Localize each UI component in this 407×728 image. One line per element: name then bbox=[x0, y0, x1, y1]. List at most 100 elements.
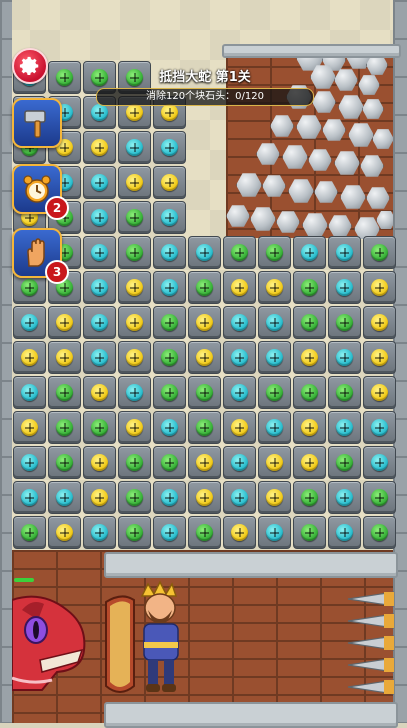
stone-block-yellow[interactable] bbox=[82, 375, 117, 410]
stone-block-cyan[interactable] bbox=[327, 340, 362, 375]
stone-block-yellow[interactable] bbox=[82, 480, 117, 515]
stone-block-cyan[interactable] bbox=[222, 375, 257, 410]
stone-block-green[interactable] bbox=[12, 515, 47, 550]
stone-block-cyan[interactable] bbox=[152, 480, 187, 515]
stone-block-cyan[interactable] bbox=[222, 445, 257, 480]
stone-block-cyan[interactable] bbox=[292, 235, 327, 270]
stone-block-green[interactable] bbox=[47, 410, 82, 445]
stone-block-yellow[interactable] bbox=[257, 445, 292, 480]
stone-block-yellow[interactable] bbox=[362, 270, 397, 305]
stone-block-green[interactable] bbox=[222, 235, 257, 270]
stone-block-cyan[interactable] bbox=[222, 340, 257, 375]
stone-block-yellow[interactable] bbox=[222, 270, 257, 305]
stone-block-yellow[interactable] bbox=[362, 375, 397, 410]
stone-block-cyan[interactable] bbox=[82, 200, 117, 235]
stone-block-cyan[interactable] bbox=[117, 375, 152, 410]
stone-block-green[interactable] bbox=[152, 445, 187, 480]
stone-block-cyan[interactable] bbox=[82, 235, 117, 270]
stone-block-yellow[interactable] bbox=[117, 165, 152, 200]
stone-block-yellow[interactable] bbox=[187, 305, 222, 340]
stone-block-green[interactable] bbox=[47, 445, 82, 480]
stone-block-cyan[interactable] bbox=[362, 410, 397, 445]
stone-block-green[interactable] bbox=[327, 445, 362, 480]
stone-block-green[interactable] bbox=[327, 375, 362, 410]
stone-block-green[interactable] bbox=[117, 200, 152, 235]
stone-block-cyan[interactable] bbox=[257, 410, 292, 445]
stone-block-yellow[interactable] bbox=[12, 410, 47, 445]
stone-block-cyan[interactable] bbox=[152, 270, 187, 305]
stone-block-yellow[interactable] bbox=[117, 410, 152, 445]
stone-block-cyan[interactable] bbox=[222, 480, 257, 515]
stone-block-cyan[interactable] bbox=[82, 305, 117, 340]
stone-block-cyan[interactable] bbox=[152, 410, 187, 445]
stone-block-green[interactable] bbox=[292, 305, 327, 340]
stone-block-yellow[interactable] bbox=[222, 515, 257, 550]
stone-block-yellow[interactable] bbox=[257, 480, 292, 515]
hammer-powerup-button[interactable] bbox=[12, 98, 62, 148]
stone-block-yellow[interactable] bbox=[82, 130, 117, 165]
stone-block-cyan[interactable] bbox=[222, 305, 257, 340]
stone-block-cyan[interactable] bbox=[257, 305, 292, 340]
stone-block-cyan[interactable] bbox=[82, 340, 117, 375]
stone-block-green[interactable] bbox=[47, 375, 82, 410]
stone-block-yellow[interactable] bbox=[187, 340, 222, 375]
stone-block-cyan[interactable] bbox=[152, 130, 187, 165]
stone-block-cyan[interactable] bbox=[117, 130, 152, 165]
stone-block-green[interactable] bbox=[117, 445, 152, 480]
stone-block-yellow[interactable] bbox=[187, 445, 222, 480]
stone-block-cyan[interactable] bbox=[152, 235, 187, 270]
stone-block-cyan[interactable] bbox=[327, 235, 362, 270]
stone-block-cyan[interactable] bbox=[152, 515, 187, 550]
stone-block-cyan[interactable] bbox=[152, 200, 187, 235]
stone-block-yellow[interactable] bbox=[187, 480, 222, 515]
stone-block-yellow[interactable] bbox=[117, 270, 152, 305]
stone-block-cyan[interactable] bbox=[327, 410, 362, 445]
stone-block-green[interactable] bbox=[292, 270, 327, 305]
stone-block-green[interactable] bbox=[257, 375, 292, 410]
stone-block-green[interactable] bbox=[362, 480, 397, 515]
stone-block-green[interactable] bbox=[187, 410, 222, 445]
stone-block-cyan[interactable] bbox=[257, 515, 292, 550]
stone-block-green[interactable] bbox=[292, 515, 327, 550]
stone-block-green[interactable] bbox=[187, 515, 222, 550]
stone-block-yellow[interactable] bbox=[257, 270, 292, 305]
stone-block-yellow[interactable] bbox=[12, 340, 47, 375]
stone-block-cyan[interactable] bbox=[187, 235, 222, 270]
stone-block-yellow[interactable] bbox=[47, 340, 82, 375]
stone-block-green[interactable] bbox=[292, 480, 327, 515]
stone-block-cyan[interactable] bbox=[12, 305, 47, 340]
alarm-clock-powerup-button[interactable]: 2 bbox=[12, 164, 69, 220]
stone-block-yellow[interactable] bbox=[362, 340, 397, 375]
stone-block-green[interactable] bbox=[292, 375, 327, 410]
stone-block-green[interactable] bbox=[187, 270, 222, 305]
stone-block-cyan[interactable] bbox=[12, 445, 47, 480]
stone-block-cyan[interactable] bbox=[82, 165, 117, 200]
stone-block-cyan[interactable] bbox=[12, 375, 47, 410]
stone-block-cyan[interactable] bbox=[47, 480, 82, 515]
stone-block-yellow[interactable] bbox=[82, 445, 117, 480]
stone-block-cyan[interactable] bbox=[82, 515, 117, 550]
stone-block-green[interactable] bbox=[257, 235, 292, 270]
stone-block-cyan[interactable] bbox=[327, 515, 362, 550]
stone-block-green[interactable] bbox=[152, 305, 187, 340]
stone-block-yellow[interactable] bbox=[292, 340, 327, 375]
stone-block-green[interactable] bbox=[117, 480, 152, 515]
stone-block-green[interactable] bbox=[117, 515, 152, 550]
stone-block-green[interactable] bbox=[117, 235, 152, 270]
stone-block-green[interactable] bbox=[152, 375, 187, 410]
stone-block-green[interactable] bbox=[152, 340, 187, 375]
stone-block-yellow[interactable] bbox=[117, 305, 152, 340]
stone-block-yellow[interactable] bbox=[222, 410, 257, 445]
hand-powerup-button[interactable]: 3 bbox=[12, 228, 69, 284]
stone-block-cyan[interactable] bbox=[327, 270, 362, 305]
stone-block-cyan[interactable] bbox=[257, 340, 292, 375]
stone-block-yellow[interactable] bbox=[362, 305, 397, 340]
stone-block-green[interactable] bbox=[82, 410, 117, 445]
stone-block-grid[interactable] bbox=[12, 60, 396, 550]
stone-block-yellow[interactable] bbox=[47, 515, 82, 550]
stone-block-green[interactable] bbox=[362, 515, 397, 550]
stone-block-yellow[interactable] bbox=[152, 165, 187, 200]
stone-block-cyan[interactable] bbox=[362, 445, 397, 480]
stone-block-yellow[interactable] bbox=[117, 340, 152, 375]
stone-block-cyan[interactable] bbox=[327, 480, 362, 515]
